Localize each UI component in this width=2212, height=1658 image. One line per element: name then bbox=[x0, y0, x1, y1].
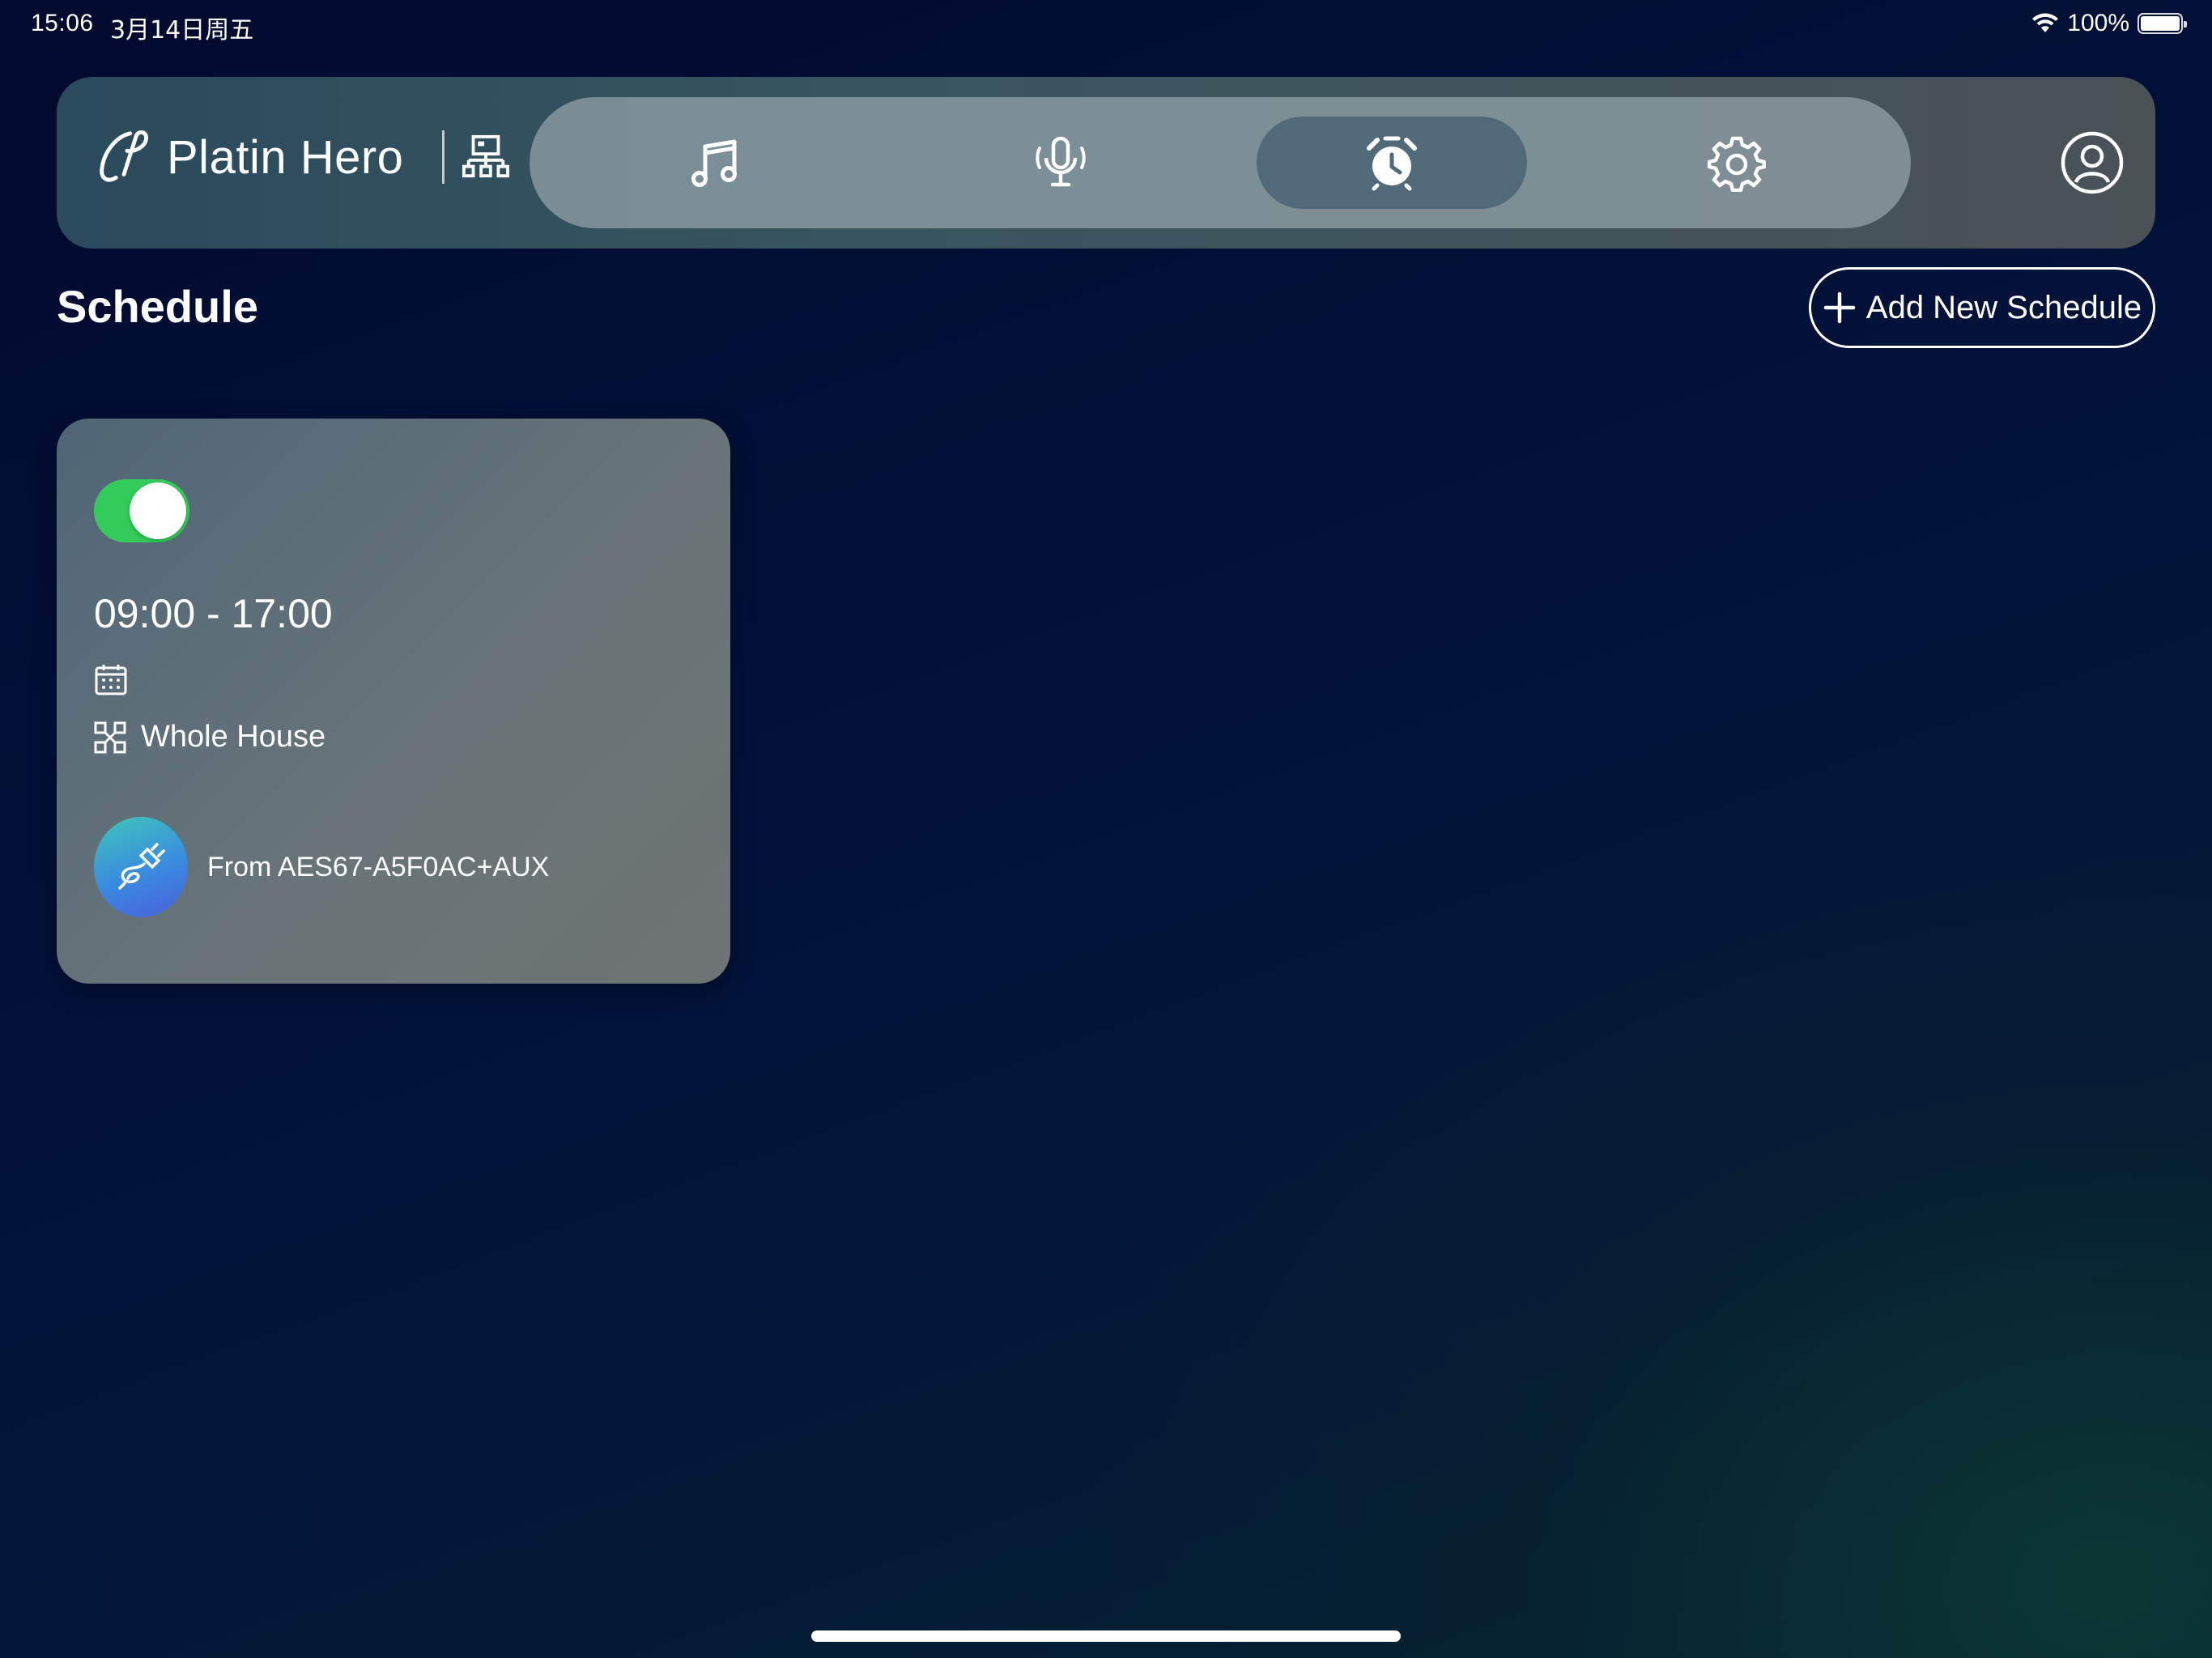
profile-icon[interactable] bbox=[2060, 130, 2125, 195]
schedule-card[interactable]: 09:00 - 17:00 Whole House From AES67-A5F… bbox=[57, 419, 730, 984]
toggle-knob bbox=[130, 483, 186, 539]
battery-percentage: 100% bbox=[2067, 10, 2129, 36]
status-date: 3月14日周五 bbox=[110, 16, 254, 45]
plus-icon bbox=[1823, 291, 1856, 324]
aux-cable-icon bbox=[118, 843, 165, 890]
brand-divider bbox=[442, 130, 445, 184]
zone-group-icon bbox=[94, 721, 126, 753]
wifi-icon bbox=[2032, 13, 2059, 32]
top-bar: Platin Hero bbox=[57, 77, 2155, 249]
music-note-icon bbox=[691, 139, 737, 187]
schedule-zone-label: Whole House bbox=[141, 720, 326, 754]
schedule-source-label: From AES67-A5F0AC+AUX bbox=[207, 851, 550, 882]
battery-icon bbox=[2138, 13, 2187, 34]
tab-settings[interactable] bbox=[1602, 117, 1872, 209]
main-nav bbox=[530, 97, 1911, 228]
app-name: Platin Hero bbox=[167, 130, 404, 184]
tab-microphone[interactable] bbox=[925, 117, 1196, 209]
schedule-time-range: 09:00 - 17:00 bbox=[94, 591, 333, 636]
platin-logo-icon bbox=[100, 130, 148, 182]
add-new-schedule-label: Add New Schedule bbox=[1865, 289, 2142, 325]
tab-music[interactable] bbox=[580, 117, 850, 209]
gear-icon bbox=[1708, 136, 1766, 192]
tab-schedule[interactable] bbox=[1257, 117, 1527, 209]
page-title: Schedule bbox=[57, 281, 258, 332]
add-new-schedule-button[interactable]: Add New Schedule bbox=[1809, 267, 2155, 348]
schedule-source: From AES67-A5F0AC+AUX bbox=[94, 817, 549, 917]
network-topology-icon[interactable] bbox=[462, 134, 510, 181]
alarm-clock-icon bbox=[1367, 136, 1417, 191]
home-indicator[interactable] bbox=[811, 1630, 1401, 1642]
schedule-enabled-toggle[interactable] bbox=[94, 479, 189, 542]
schedule-zone: Whole House bbox=[94, 720, 325, 755]
source-avatar bbox=[94, 817, 188, 917]
status-time: 15:06 bbox=[31, 10, 94, 36]
status-indicators: 100% bbox=[2031, 10, 2187, 37]
calendar-icon bbox=[95, 665, 127, 695]
microphone-icon bbox=[1036, 136, 1086, 187]
brand: Platin Hero bbox=[92, 125, 510, 189]
